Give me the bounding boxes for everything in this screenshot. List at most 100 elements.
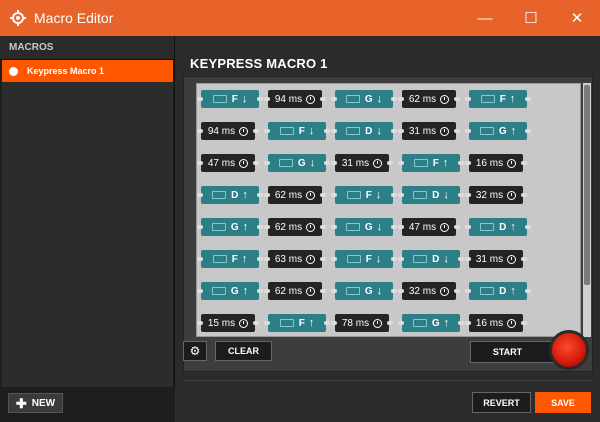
delay-node[interactable]: 15 ms (201, 314, 255, 332)
keyboard-icon (480, 223, 495, 231)
delay-node[interactable]: 31 ms (469, 250, 523, 268)
clock-icon (440, 126, 450, 136)
connector-dot (257, 289, 263, 293)
keypress-node[interactable]: F ↓ (268, 122, 326, 140)
keyboard-icon (413, 159, 428, 167)
arrow-up-icon: ↑ (242, 189, 248, 201)
keypress-node[interactable]: F ↑ (469, 90, 527, 108)
connector-dot (264, 129, 270, 133)
delay-node[interactable]: 62 ms (268, 282, 322, 300)
clock-icon (306, 222, 316, 232)
keyboard-icon (212, 191, 227, 199)
macro-list-item[interactable]: Keypress Macro 1 (2, 60, 173, 82)
keyboard-icon (480, 95, 495, 103)
keypress-node[interactable]: D ↑ (201, 186, 259, 204)
key-label: D (231, 189, 239, 201)
key-label: F (298, 317, 305, 329)
delay-node[interactable]: 62 ms (268, 218, 322, 236)
keypress-node[interactable]: G ↑ (201, 218, 259, 236)
keypress-node[interactable]: D ↓ (335, 122, 393, 140)
keypress-node[interactable]: F ↓ (335, 250, 393, 268)
scrollbar-thumb[interactable] (584, 85, 590, 285)
connector-dot (264, 161, 270, 165)
clock-icon (239, 126, 249, 136)
keypress-node[interactable]: F ↑ (268, 314, 326, 332)
keypress-node[interactable]: G ↑ (469, 122, 527, 140)
keypress-node[interactable]: F ↓ (335, 186, 393, 204)
new-macro-button[interactable]: ✚ NEW (8, 393, 63, 413)
delay-node[interactable]: 16 ms (469, 154, 523, 172)
macro-editor-panel: KEYPRESS MACRO 1 F ↓ 94 ms G ↓ 62 ms F ↑ 94 ms F ↓… (175, 36, 600, 422)
sequence-canvas[interactable]: F ↓ 94 ms G ↓ 62 ms F ↑ 94 ms F ↓ D ↓ 31 ms G ↑ 47 ms G ↓ 3… (196, 83, 581, 337)
keypress-node[interactable]: G ↓ (335, 282, 393, 300)
connector-dot (454, 225, 460, 229)
keypress-node[interactable]: G ↑ (402, 314, 460, 332)
connector-dot (525, 129, 531, 133)
keypress-node[interactable]: F ↑ (201, 250, 259, 268)
delay-label: 62 ms (408, 93, 437, 105)
settings-button[interactable]: ⚙ (183, 341, 207, 361)
gear-icon: ⚙ (189, 344, 201, 358)
connector-dot (398, 129, 404, 133)
start-button[interactable]: START (470, 341, 555, 363)
keypress-node[interactable]: F ↑ (402, 154, 460, 172)
delay-node[interactable]: 78 ms (335, 314, 389, 332)
key-label: G (431, 317, 440, 329)
clock-icon (507, 254, 517, 264)
key-label: D (432, 189, 440, 201)
connector-dot (391, 225, 397, 229)
delay-node[interactable]: 16 ms (469, 314, 523, 332)
connector-dot (257, 257, 263, 261)
connector-dot (331, 129, 337, 133)
connector-dot (320, 225, 326, 229)
keypress-node[interactable]: G ↑ (201, 282, 259, 300)
connector-dot (398, 161, 404, 165)
keypress-node[interactable]: D ↓ (402, 186, 460, 204)
keypress-node[interactable]: G ↓ (268, 154, 326, 172)
delay-node[interactable]: 94 ms (201, 122, 255, 140)
steelseries-logo-icon (10, 10, 26, 26)
delay-node[interactable]: 47 ms (201, 154, 255, 172)
keypress-node[interactable]: D ↑ (469, 218, 527, 236)
save-button[interactable]: SAVE (535, 392, 591, 413)
delay-node[interactable]: 94 ms (268, 90, 322, 108)
connector-dot (320, 97, 326, 101)
maximize-button[interactable]: ☐ (508, 0, 554, 36)
sequence-row: D ↑ 62 ms F ↓ D ↓ 32 ms (197, 186, 580, 204)
arrow-up-icon: ↑ (510, 285, 516, 297)
keypress-node[interactable]: D ↑ (469, 282, 527, 300)
vertical-scrollbar[interactable] (583, 83, 591, 337)
keypress-node[interactable]: G ↓ (335, 218, 393, 236)
delay-node[interactable]: 32 ms (469, 186, 523, 204)
delay-node[interactable]: 62 ms (268, 186, 322, 204)
close-button[interactable]: ✕ (554, 0, 600, 36)
connector-dot (465, 225, 471, 229)
keypress-node[interactable]: G ↓ (335, 90, 393, 108)
clear-button[interactable]: CLEAR (215, 341, 272, 361)
revert-button[interactable]: REVERT (472, 392, 531, 413)
key-label: F (365, 253, 372, 265)
record-button[interactable] (549, 330, 589, 370)
delay-node[interactable]: 62 ms (402, 90, 456, 108)
sequence-row: G ↑ 62 ms G ↓ 32 ms D ↑ (197, 282, 580, 300)
delay-node[interactable]: 63 ms (268, 250, 322, 268)
keyboard-icon (346, 127, 361, 135)
key-label: D (432, 253, 440, 265)
delay-label: 31 ms (475, 253, 504, 265)
delay-node[interactable]: 47 ms (402, 218, 456, 236)
delay-node[interactable]: 31 ms (402, 122, 456, 140)
connector-dot (253, 129, 259, 133)
delay-label: 32 ms (475, 189, 504, 201)
keypress-node[interactable]: D ↓ (402, 250, 460, 268)
keypress-node[interactable]: F ↓ (201, 90, 259, 108)
delay-node[interactable]: 31 ms (335, 154, 389, 172)
connector-dot (197, 193, 203, 197)
clock-icon (373, 158, 383, 168)
connector-dot (331, 321, 337, 325)
delay-node[interactable]: 32 ms (402, 282, 456, 300)
key-label: F (499, 93, 506, 105)
connector-dot (257, 97, 263, 101)
delay-label: 31 ms (341, 157, 370, 169)
minimize-button[interactable]: — (462, 0, 508, 36)
arrow-down-icon: ↓ (309, 157, 316, 169)
